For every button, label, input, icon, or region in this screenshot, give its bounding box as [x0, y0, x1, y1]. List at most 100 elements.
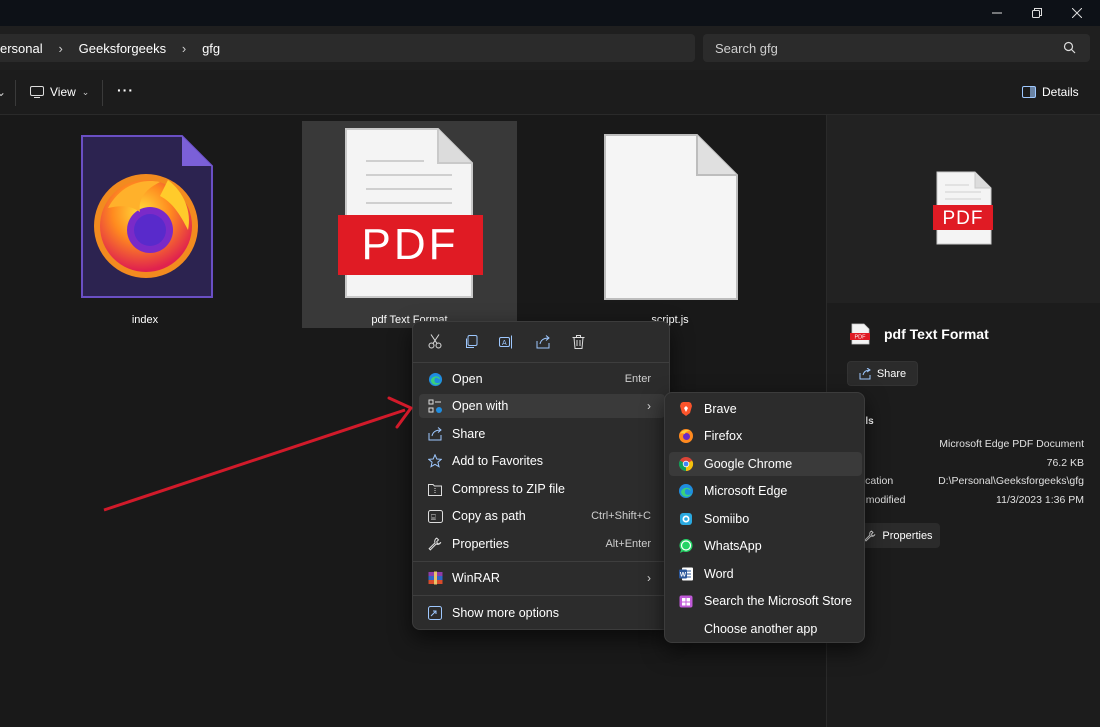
- chevron-right-icon: ›: [647, 399, 651, 413]
- wrench-icon: [864, 529, 876, 542]
- details-value: 76.2 KB: [1046, 457, 1084, 469]
- minimize-button[interactable]: [977, 0, 1017, 26]
- copy-icon: [465, 334, 477, 348]
- details-label: Details: [1042, 85, 1079, 99]
- submenu-item-microsoft-store[interactable]: Search the Microsoft Store: [669, 589, 862, 613]
- menu-item-label: Compress to ZIP file: [452, 482, 566, 496]
- file-name: index: [131, 314, 159, 326]
- submenu-item-somiibo[interactable]: Somiibo: [669, 507, 862, 531]
- submenu-item-brave[interactable]: Brave: [669, 397, 862, 421]
- minimize-icon: [992, 12, 1002, 14]
- menu-divider: [413, 561, 669, 562]
- details-value: 11/3/2023 1:36 PM: [996, 494, 1084, 506]
- menu-item-compress-zip[interactable]: Compress to ZIP file: [419, 477, 665, 501]
- delete-button[interactable]: [569, 332, 588, 351]
- store-icon: [679, 595, 693, 608]
- title-bar: [0, 0, 1100, 26]
- submenu-item-label: Somiibo: [704, 512, 750, 526]
- more-options-icon: [427, 605, 443, 621]
- pdf-badge-text: PDF: [943, 208, 984, 229]
- close-button[interactable]: [1057, 0, 1097, 26]
- view-button[interactable]: View ⌄: [30, 82, 89, 102]
- details-pane-button[interactable]: Details: [1022, 82, 1079, 102]
- breadcrumb-gfg[interactable]: gfg: [202, 41, 220, 56]
- rename-button[interactable]: A: [497, 332, 516, 351]
- menu-item-add-to-favorites[interactable]: Add to Favorites: [419, 449, 665, 473]
- menu-item-shortcut: Ctrl+Shift+C: [591, 510, 651, 522]
- breadcrumb[interactable]: ersonal › Geeksforgeeks › gfg: [0, 34, 695, 62]
- file-item-pdf[interactable]: PDF pdf Text Format: [302, 121, 517, 328]
- somiibo-icon: [680, 513, 692, 525]
- brave-icon: [680, 402, 692, 416]
- menu-item-properties[interactable]: Properties Alt+Enter: [419, 532, 665, 556]
- menu-item-copy-as-path[interactable]: ⌸ Copy as path Ctrl+Shift+C: [419, 504, 665, 528]
- menu-item-open-with[interactable]: Open with ›: [419, 394, 665, 418]
- edge-icon: [427, 371, 443, 387]
- share-label: Share: [876, 367, 907, 380]
- submenu-item-google-chrome[interactable]: Google Chrome: [669, 452, 862, 476]
- details-file-name: pdf Text Format: [884, 326, 989, 342]
- close-icon: [1072, 8, 1082, 18]
- breadcrumb-personal[interactable]: ersonal: [0, 41, 43, 56]
- details-pane: PDF PDF pdf Text Format Share ails e Mic…: [826, 115, 1100, 727]
- menu-item-label: Show more options: [452, 606, 560, 620]
- menu-item-share[interactable]: Share: [419, 422, 665, 446]
- share-icon: [536, 334, 550, 348]
- pdf-preview-icon: PDF: [933, 171, 993, 245]
- chrome-icon: [678, 457, 694, 472]
- word-icon: W: [679, 567, 693, 581]
- star-icon: [427, 453, 443, 469]
- restore-icon: [1032, 8, 1042, 18]
- menu-item-label: Add to Favorites: [452, 454, 544, 468]
- submenu-item-label: Search the Microsoft Store: [704, 594, 852, 608]
- edge-icon: [679, 484, 693, 498]
- copy-button[interactable]: [461, 332, 480, 351]
- menu-item-label: Open: [452, 372, 483, 386]
- cut-button[interactable]: [425, 332, 444, 351]
- file-item-index[interactable]: index: [60, 125, 230, 335]
- share-button[interactable]: [533, 332, 552, 351]
- details-properties-button[interactable]: Properties: [857, 523, 940, 548]
- submenu-item-label: Firefox: [704, 429, 743, 443]
- chevron-right-icon: ›: [647, 571, 651, 585]
- menu-item-show-more-options[interactable]: Show more options: [419, 601, 665, 625]
- submenu-item-choose-another-app[interactable]: Choose another app: [669, 617, 862, 641]
- view-label: View: [50, 85, 76, 99]
- submenu-item-microsoft-edge[interactable]: Microsoft Edge: [669, 479, 862, 503]
- open-with-submenu: Brave Firefox Google Chrome Microsoft Ed…: [664, 392, 865, 643]
- submenu-item-word[interactable]: W Word: [669, 562, 862, 586]
- submenu-item-label: Brave: [704, 402, 737, 416]
- cut-icon: [428, 334, 441, 349]
- wrench-icon: [427, 536, 443, 552]
- blank-file-icon: [604, 134, 738, 300]
- quick-actions-bar: A: [425, 332, 588, 351]
- svg-text:⌸: ⌸: [431, 513, 436, 522]
- submenu-item-label: Word: [704, 567, 734, 581]
- context-menu: A Open Enter Open with › Share Add to Fa…: [412, 321, 670, 630]
- share-icon: [859, 367, 871, 379]
- search-input[interactable]: Search gfg: [703, 34, 1090, 62]
- more-options-button[interactable]: ···: [117, 80, 134, 100]
- file-item-script[interactable]: script.js: [585, 125, 755, 335]
- submenu-item-label: Choose another app: [704, 622, 818, 636]
- chevron-down-icon[interactable]: ⌄: [0, 82, 6, 102]
- chevron-right-icon: ›: [181, 40, 187, 56]
- details-value: D:\Personal\Geeksforgeeks\gfg: [938, 475, 1084, 487]
- details-share-button[interactable]: Share: [847, 361, 918, 386]
- menu-item-label: Copy as path: [452, 509, 526, 523]
- restore-button[interactable]: [1017, 0, 1057, 26]
- share-icon: [427, 426, 443, 442]
- chevron-right-icon: ›: [58, 40, 63, 56]
- menu-item-label: WinRAR: [452, 571, 500, 585]
- menu-item-label: Share: [452, 427, 486, 441]
- file-preview: PDF: [827, 115, 1100, 303]
- menu-item-winrar[interactable]: WinRAR ›: [419, 566, 665, 590]
- command-bar: ⌄ View ⌄ ··· Details: [0, 70, 1100, 115]
- menu-item-open[interactable]: Open Enter: [419, 367, 665, 391]
- submenu-item-whatsapp[interactable]: WhatsApp: [669, 534, 862, 558]
- breadcrumb-geeksforgeeks[interactable]: Geeksforgeeks: [79, 41, 166, 56]
- submenu-item-firefox[interactable]: Firefox: [669, 424, 862, 448]
- rename-icon: A: [499, 335, 512, 348]
- pdf-small-icon: PDF: [850, 323, 870, 345]
- menu-item-shortcut: Enter: [624, 373, 651, 385]
